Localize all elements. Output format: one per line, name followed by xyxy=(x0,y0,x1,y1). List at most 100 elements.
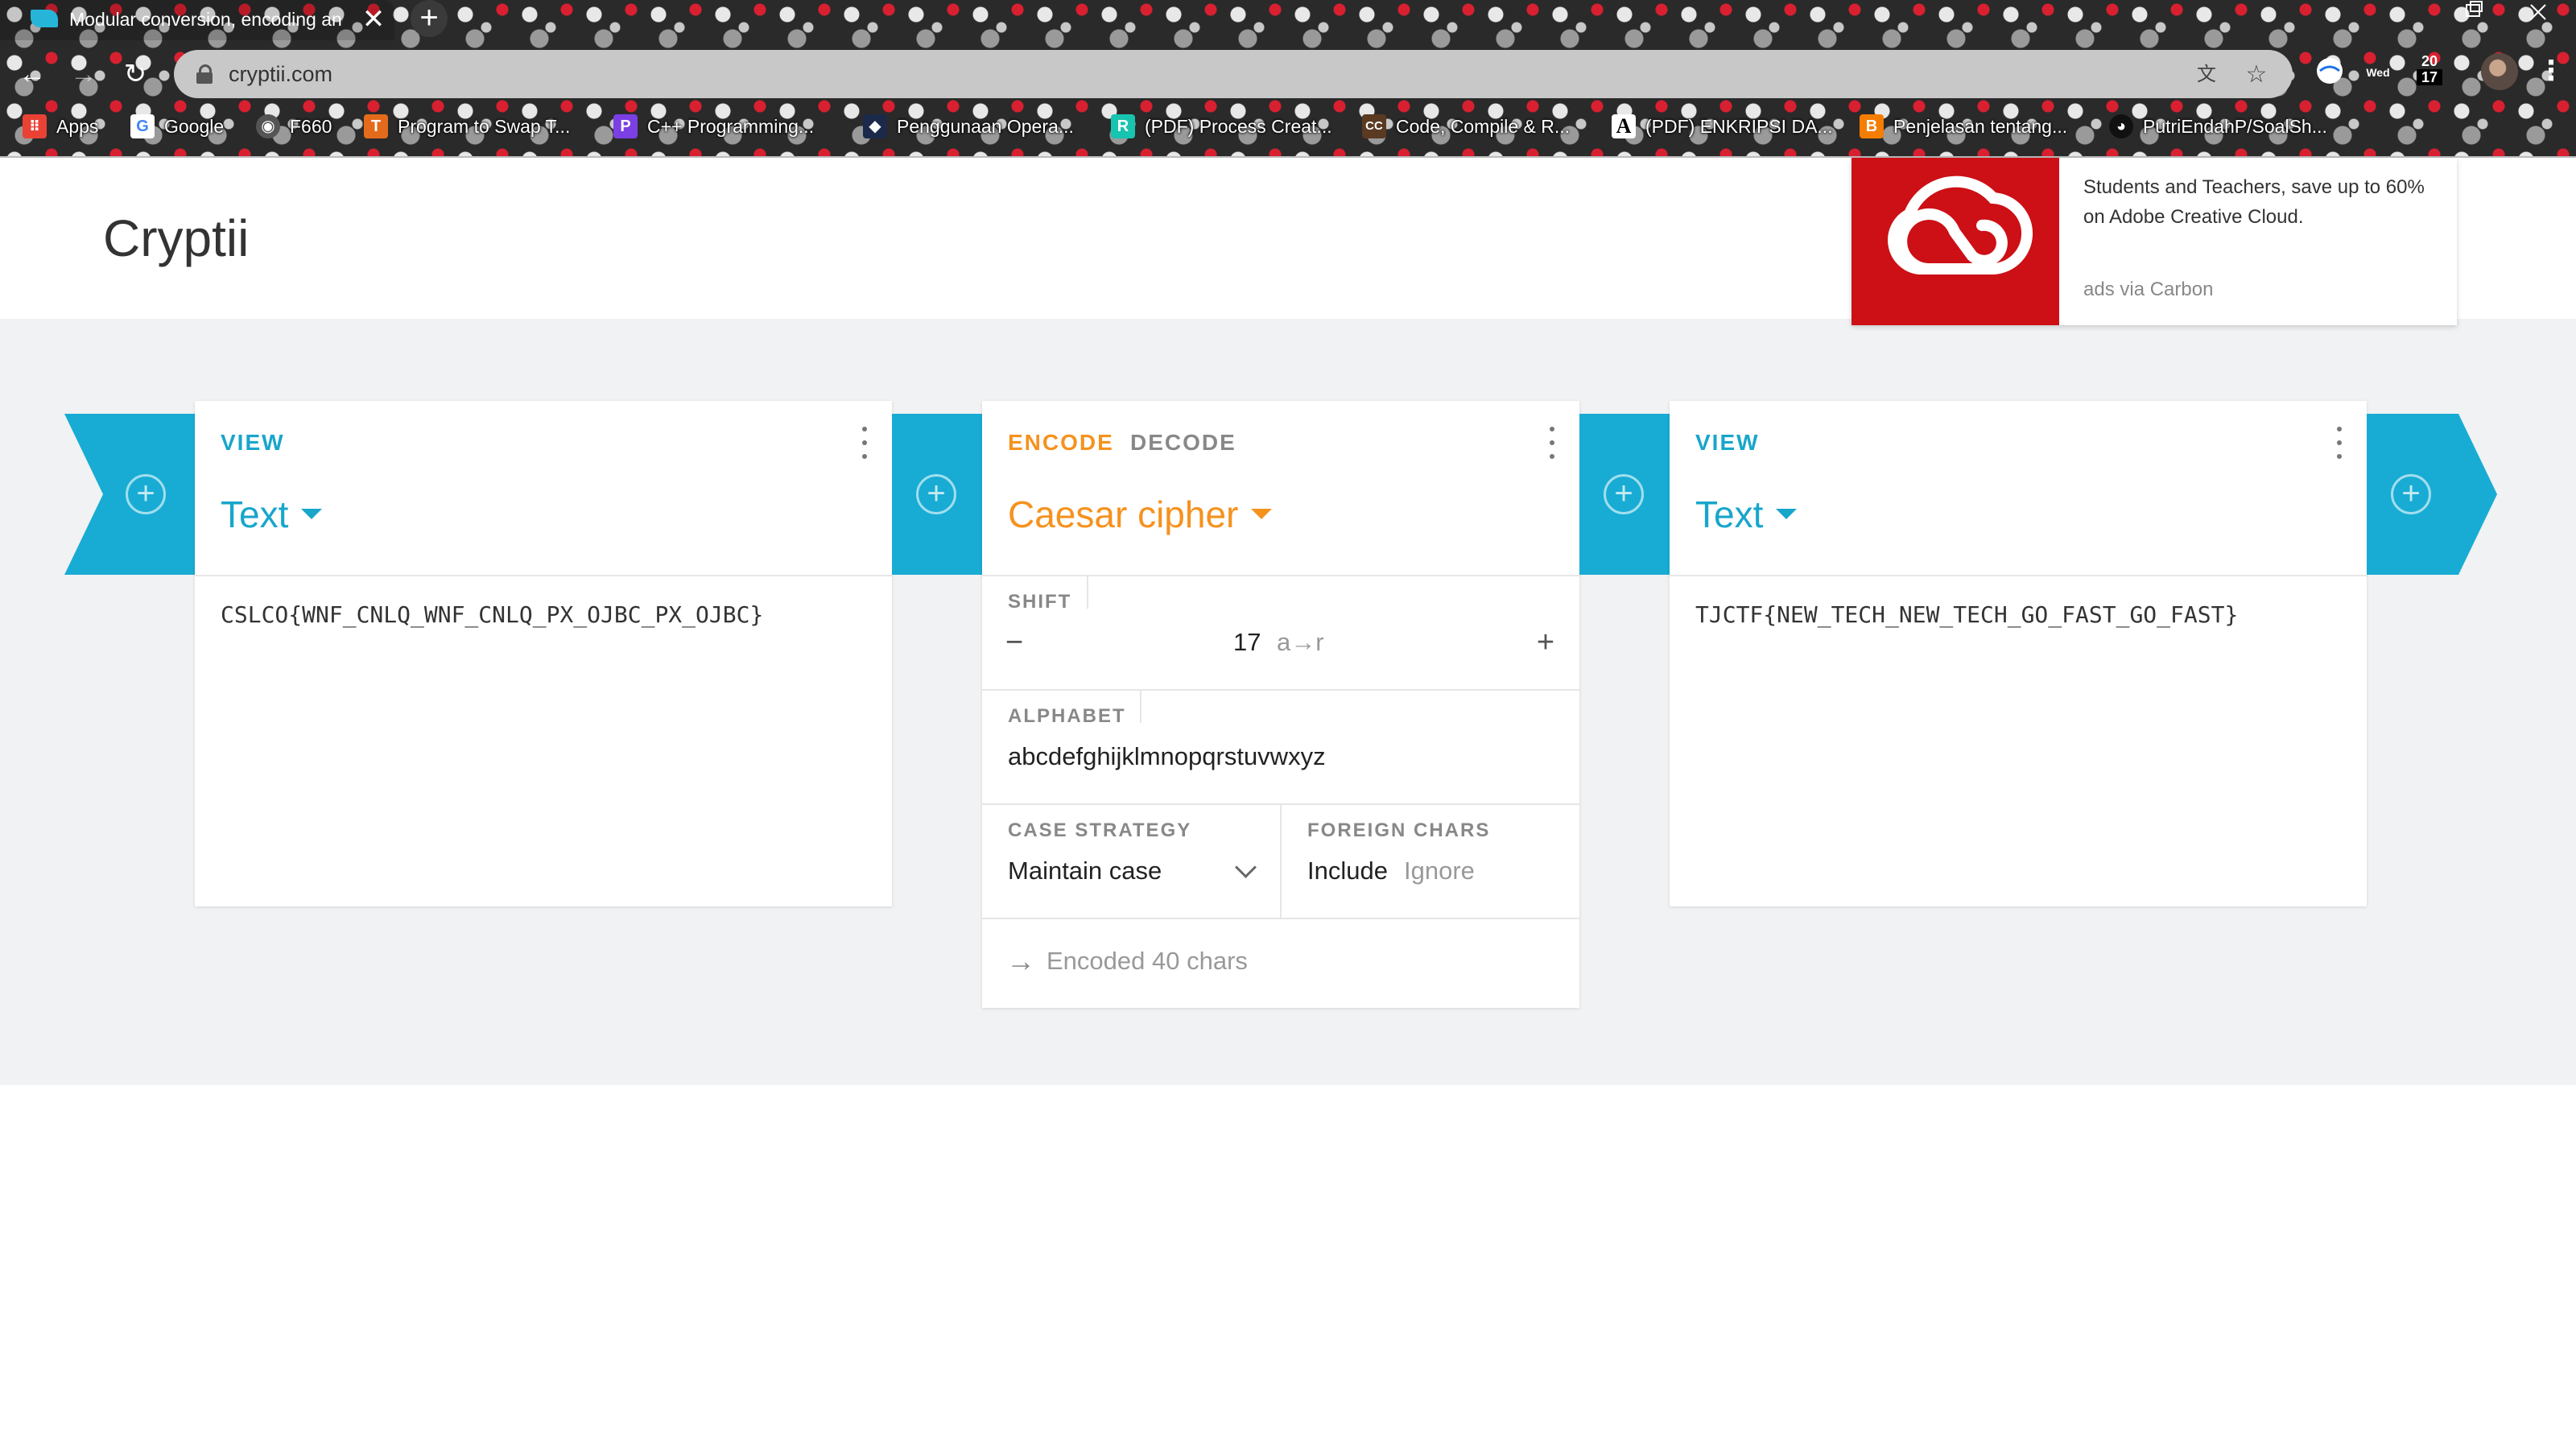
bookmark-label: Apps xyxy=(56,115,99,137)
shift-mapping: a→r xyxy=(1277,628,1324,656)
add-brick-plus-icon[interactable]: + xyxy=(1604,474,1644,514)
bookmark-label: C++ Programming... xyxy=(647,115,815,137)
encoded-status: Encoded 40 chars xyxy=(1046,947,1248,975)
cc-icon: CC xyxy=(1362,114,1386,138)
caesar-cipher-brick: ENCODE DECODE Caesar cipher SHIFT − 17 a… xyxy=(982,401,1579,1008)
profile-avatar[interactable] xyxy=(2481,53,2518,90)
bookmark-label: Penjelasan tentang... xyxy=(1893,115,2068,137)
bookmark-item[interactable]: A (PDF) ENKRIPSI DA... xyxy=(1612,109,1833,143)
bookmark-item[interactable]: ⠿ Apps xyxy=(23,109,98,143)
brick-type-selector[interactable]: Caesar cipher xyxy=(1008,489,1273,539)
browser-tab[interactable]: Modular conversion, encoding and encrypt… xyxy=(0,0,394,40)
dark-site-icon: ◆ xyxy=(863,114,887,138)
shift-setting: SHIFT − 17 a→r + xyxy=(982,576,1579,691)
bookmark-item[interactable]: ◕ PutriEndahP/SoalSh... xyxy=(2109,109,2327,143)
pipeline-workspace: + VIEW Text CSLCO{WNF_CNLQ_WNF_CNLQ_PX_O… xyxy=(0,319,2576,1085)
chevron-down-icon[interactable] xyxy=(1235,857,1257,878)
bookmark-label: (PDF) Process Creat... xyxy=(1145,115,1332,137)
calendar-number-text: 17 xyxy=(2417,69,2442,85)
brick-status-bar: → Encoded 40 chars xyxy=(982,919,1579,1003)
ad-text[interactable]: Students and Teachers, save up to 60% on… xyxy=(2083,172,2438,232)
tutorial-site-icon: T xyxy=(364,114,388,138)
calendar-date-widget[interactable]: 20 17 xyxy=(2412,53,2447,89)
extension-icon[interactable] xyxy=(2310,55,2349,90)
label-divider xyxy=(1087,576,1088,609)
window-controls[interactable] xyxy=(2447,0,2576,26)
pipeline-connector[interactable]: + xyxy=(1579,414,1670,575)
blogger-icon: B xyxy=(1860,114,1884,138)
window-restore-icon[interactable] xyxy=(2447,0,2576,26)
dropdown-caret-icon xyxy=(1776,509,1798,520)
bookmark-label: (PDF) ENKRIPSI DA... xyxy=(1645,115,1833,137)
brick-mode-label: VIEW xyxy=(1695,430,1760,455)
bookmark-item[interactable]: CC Code, Compile & R... xyxy=(1362,109,1570,143)
dropdown-caret-icon xyxy=(301,509,323,520)
bookmark-star-icon[interactable]: ☆ xyxy=(2243,61,2270,89)
adobe-creative-cloud-logo-icon[interactable] xyxy=(1852,158,2059,325)
forward-arrow-icon[interactable]: → xyxy=(66,56,101,92)
label-divider xyxy=(1140,691,1141,723)
brick-menu-icon[interactable] xyxy=(857,427,873,459)
brick-type-selector[interactable]: Text xyxy=(221,489,323,539)
arrow-right-icon: → xyxy=(1006,944,1035,977)
encode-tab[interactable]: ENCODE xyxy=(1008,430,1114,456)
site-logo[interactable]: Cryptii xyxy=(103,206,249,270)
tab-strip: Modular conversion, encoding and encrypt… xyxy=(0,0,2576,40)
tab-title: Modular conversion, encoding and encrypt… xyxy=(69,9,343,30)
add-brick-plus-icon[interactable]: + xyxy=(2391,474,2431,514)
bookmark-item[interactable]: R (PDF) Process Creat... xyxy=(1111,109,1332,143)
tab-close-icon[interactable]: ✕ xyxy=(359,3,388,35)
alphabet-input[interactable]: abcdefghijklmnopqrstuvwxyz xyxy=(1008,739,1326,774)
browser-menu-icon[interactable]: ⋮ xyxy=(2537,55,2565,90)
case-strategy-setting[interactable]: CASE STRATEGY Maintain case xyxy=(982,805,1282,919)
shift-decrement-button[interactable]: − xyxy=(997,625,1032,660)
researchgate-icon: R xyxy=(1111,114,1135,138)
carbon-ad[interactable]: Students and Teachers, save up to 60% on… xyxy=(1852,158,2457,325)
back-arrow-icon[interactable]: ← xyxy=(14,56,50,92)
browser-chrome: Modular conversion, encoding and encrypt… xyxy=(0,0,2576,158)
bookmark-item[interactable]: P C++ Programming... xyxy=(613,109,814,143)
calendar-day-widget[interactable]: Wed xyxy=(2360,55,2396,90)
foreign-include-option[interactable]: Include xyxy=(1307,853,1388,889)
new-tab-button[interactable]: + xyxy=(411,0,448,37)
add-brick-plus-icon[interactable]: + xyxy=(126,474,166,514)
lock-icon xyxy=(196,64,213,84)
bookmark-item[interactable]: B Penjelasan tentang... xyxy=(1860,109,2067,143)
brick-menu-icon[interactable] xyxy=(2331,427,2347,459)
foreign-ignore-option[interactable]: Ignore xyxy=(1404,853,1475,889)
bookmark-item[interactable]: T Program to Swap T... xyxy=(364,109,570,143)
translate-icon[interactable]: 文 xyxy=(2193,61,2220,89)
case-strategy-select[interactable]: Maintain case xyxy=(1008,853,1162,889)
bookmark-label: Penggunaan Opera... xyxy=(897,115,1074,137)
case-strategy-label: CASE STRATEGY xyxy=(1008,819,1192,841)
view-text-brick-output: VIEW Text TJCTF{NEW_TECH_NEW_TECH_GO_FAS… xyxy=(1670,401,2367,906)
address-bar[interactable]: cryptii.com 文 ☆ xyxy=(174,50,2293,98)
url-text[interactable]: cryptii.com xyxy=(229,58,332,90)
bookmark-item[interactable]: G Google xyxy=(130,109,224,143)
brick-header: VIEW Text xyxy=(195,401,892,576)
apps-grid-icon: ⠿ xyxy=(23,114,47,138)
brick-type-label: Text xyxy=(221,493,289,535)
shift-increment-button[interactable]: + xyxy=(1528,625,1563,660)
reload-icon[interactable]: ↻ xyxy=(118,56,153,92)
input-text-area[interactable]: CSLCO{WNF_CNLQ_WNF_CNLQ_PX_OJBC_PX_OJBC} xyxy=(221,599,763,631)
foreign-chars-setting: FOREIGN CHARS Include Ignore xyxy=(1282,805,1579,919)
github-icon: ◕ xyxy=(2109,114,2133,138)
ad-via-carbon[interactable]: ads via Carbon xyxy=(2083,275,2213,304)
output-text-area[interactable]: TJCTF{NEW_TECH_NEW_TECH_GO_FAST_GO_FAST} xyxy=(1695,599,2238,631)
add-brick-plus-icon[interactable]: + xyxy=(916,474,956,514)
brick-type-label: Caesar cipher xyxy=(1008,493,1239,535)
brick-type-selector[interactable]: Text xyxy=(1695,489,1798,539)
pipeline-start-connector[interactable]: + xyxy=(64,414,195,575)
pipeline-end-connector[interactable]: + xyxy=(2367,414,2497,575)
bookmark-item[interactable]: ◆ Penggunaan Opera... xyxy=(863,109,1074,143)
brick-menu-icon[interactable] xyxy=(1544,427,1560,459)
brick-header: ENCODE DECODE Caesar cipher xyxy=(982,401,1579,576)
bookmarks-bar: ⠿ Apps G Google ◉ F660 T Program to Swap… xyxy=(0,108,2576,145)
brick-header: VIEW Text xyxy=(1670,401,2367,576)
navigation-bar: ← → ↻ cryptii.com 文 ☆ Wed 20 17 ⋮ xyxy=(0,45,2576,103)
bookmark-item[interactable]: ◉ F660 xyxy=(256,109,332,143)
decode-tab[interactable]: DECODE xyxy=(1130,430,1236,456)
pipeline-connector[interactable]: + xyxy=(892,414,982,575)
shift-value[interactable]: 17 xyxy=(1233,625,1261,660)
